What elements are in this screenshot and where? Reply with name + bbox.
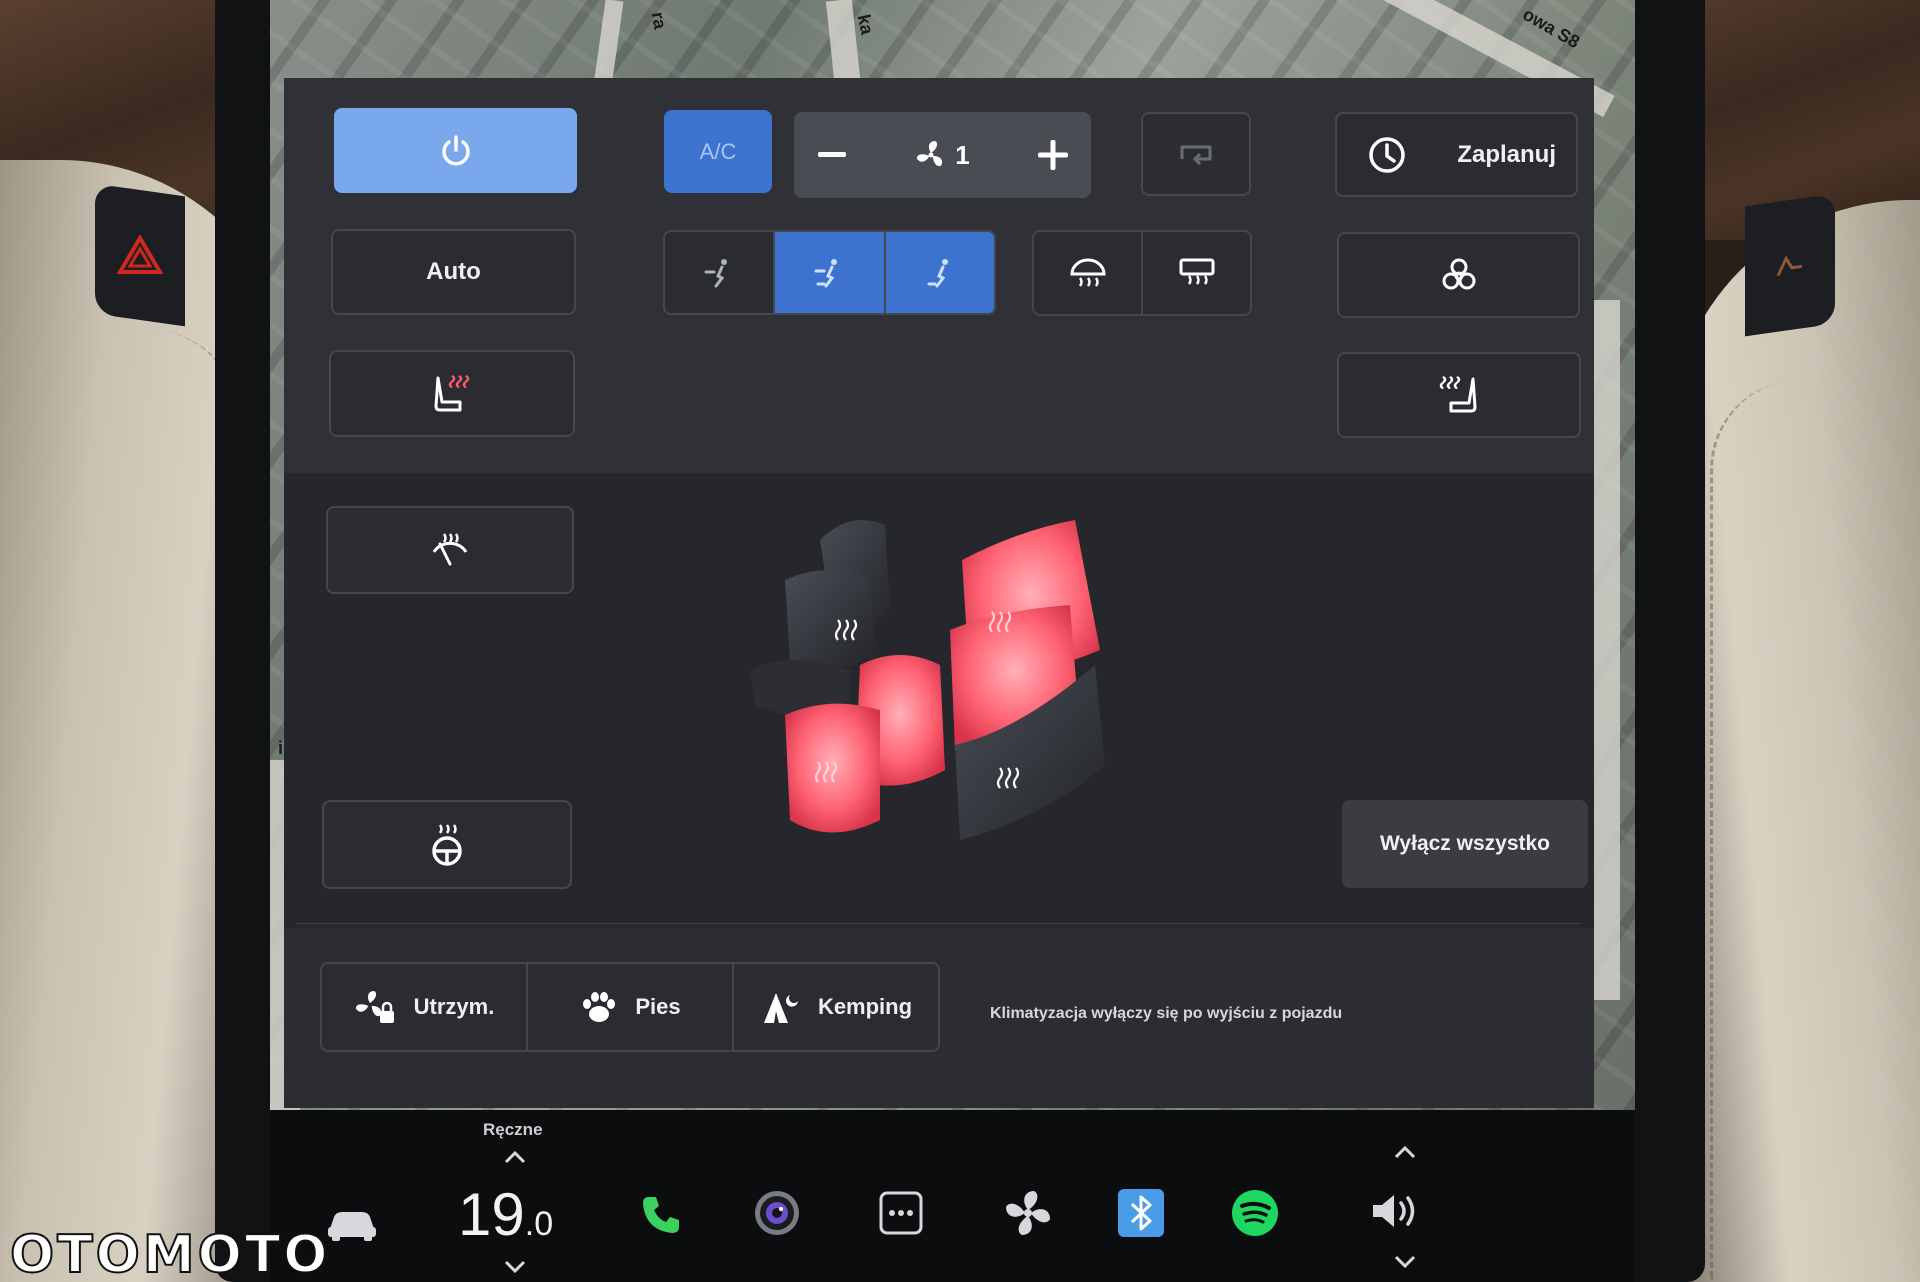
- fan-icon: [1006, 1191, 1050, 1235]
- airflow-face-feet-icon: [814, 258, 838, 287]
- recirculate-icon: [1180, 145, 1212, 166]
- biohazard-icon: [1442, 258, 1475, 290]
- wiper-defrost-icon: [432, 533, 468, 566]
- fan-speed-display: 1: [915, 139, 970, 171]
- temperature-whole: 19: [458, 1181, 525, 1248]
- bioweapon-defense-button[interactable]: [1337, 232, 1580, 318]
- watermark: OTOMOTO: [9, 1224, 331, 1282]
- front-defrost-icon: [1069, 258, 1106, 287]
- climate-button[interactable]: [1001, 1186, 1055, 1240]
- auto-button[interactable]: Auto: [331, 229, 576, 315]
- spotify-icon: [1232, 1190, 1278, 1236]
- steering-wheel-heater-button[interactable]: [322, 800, 572, 889]
- rear-defrost-button[interactable]: [1143, 232, 1250, 314]
- plus-icon: [1038, 140, 1068, 170]
- volume-button[interactable]: [1368, 1186, 1428, 1236]
- volume-up-button[interactable]: [1390, 1140, 1420, 1164]
- clock-icon: [1369, 136, 1405, 173]
- paw-icon: [583, 992, 616, 1022]
- airflow-feet-icon: [927, 258, 948, 287]
- seat-heater-diagram: [750, 520, 1105, 840]
- airflow-mode-group: [663, 230, 996, 315]
- preset-camp-button[interactable]: Kemping: [734, 964, 938, 1050]
- turn-off-all-button[interactable]: Wyłącz wszystko: [1342, 800, 1588, 888]
- fan-icon: [917, 141, 943, 167]
- volume-icon: [1373, 1195, 1415, 1227]
- glovebox-icon: [1776, 255, 1802, 277]
- climate-info-text: Klimatyzacja wyłączy się po wyjściu z po…: [990, 1005, 1343, 1022]
- ac-button[interactable]: A/C: [664, 110, 772, 193]
- temperature-display[interactable]: 19.0: [458, 1180, 553, 1249]
- preset-keep-button[interactable]: Utrzym.: [322, 964, 528, 1050]
- phone-icon: [643, 1197, 679, 1233]
- power-icon: [441, 134, 470, 165]
- schedule-label: Zaplanuj: [1457, 140, 1556, 168]
- hazard-icon: [117, 235, 163, 274]
- airflow-face-button[interactable]: [665, 232, 776, 313]
- tent-icon: [763, 993, 798, 1023]
- car-icon: [328, 1212, 376, 1241]
- recirculate-button[interactable]: [1141, 112, 1251, 196]
- climate-power-button[interactable]: [334, 108, 577, 193]
- wiper-heater-button[interactable]: [326, 506, 574, 594]
- minus-icon: [818, 152, 846, 157]
- seat-heat-passenger-icon: [1439, 376, 1477, 413]
- chevron-up-icon: [504, 1150, 526, 1164]
- driver-seat-heater-button[interactable]: [329, 350, 575, 437]
- fan-speed-control: 1: [794, 112, 1091, 198]
- seat-heat-driver-icon: [434, 374, 470, 411]
- climate-preset-group: Utrzym. Pies Kemping: [320, 962, 940, 1052]
- panel-divider: [296, 923, 1581, 924]
- more-apps-button[interactable]: [878, 1190, 924, 1236]
- temperature-up-button[interactable]: [500, 1145, 530, 1169]
- rear-defrost-icon: [1179, 258, 1214, 285]
- steering-wheel-heat-icon: [432, 823, 462, 866]
- stitching-right: [1710, 380, 1800, 1280]
- preset-keep-label: Utrzym.: [413, 994, 495, 1019]
- car-button[interactable]: [322, 1198, 382, 1248]
- phone-button[interactable]: [636, 1190, 686, 1240]
- camera-icon: [755, 1191, 799, 1235]
- volume-down-button[interactable]: [1390, 1250, 1420, 1274]
- fan-increase-button[interactable]: [1033, 135, 1073, 175]
- defrost-group: [1032, 230, 1252, 316]
- passenger-seat-heater-button[interactable]: [1337, 352, 1581, 438]
- camera-button[interactable]: [750, 1186, 804, 1240]
- fan-decrease-button[interactable]: [812, 135, 852, 175]
- airflow-feet-button[interactable]: [885, 232, 994, 313]
- preset-dog-button[interactable]: Pies: [528, 964, 734, 1050]
- glovebox-button[interactable]: [1745, 193, 1835, 337]
- preset-camp-label: Kemping: [817, 994, 913, 1019]
- airflow-face-feet-button[interactable]: [775, 232, 886, 313]
- chevron-down-icon: [1394, 1255, 1416, 1269]
- map-label: ra: [647, 10, 671, 31]
- chevron-up-icon: [1394, 1145, 1416, 1159]
- bluetooth-icon: [1118, 1189, 1164, 1237]
- bluetooth-button[interactable]: [1117, 1188, 1165, 1238]
- hazard-button[interactable]: [95, 183, 185, 327]
- schedule-button[interactable]: Zaplanuj: [1335, 112, 1578, 197]
- fan-lock-icon: [355, 991, 394, 1023]
- temperature-down-button[interactable]: [500, 1255, 530, 1279]
- fan-speed-value: 1: [955, 139, 970, 170]
- front-defrost-button[interactable]: [1034, 232, 1143, 314]
- chevron-down-icon: [504, 1260, 526, 1274]
- more-icon: [879, 1191, 923, 1235]
- airflow-face-icon: [704, 258, 728, 287]
- preset-dog-label: Pies: [635, 994, 681, 1019]
- temperature-decimal: .0: [524, 1205, 554, 1243]
- temperature-mode-label: Ręczne: [483, 1120, 543, 1139]
- spotify-button[interactable]: [1228, 1186, 1282, 1240]
- map-label: owa S8: [1519, 3, 1584, 53]
- map-label: ka: [853, 12, 878, 37]
